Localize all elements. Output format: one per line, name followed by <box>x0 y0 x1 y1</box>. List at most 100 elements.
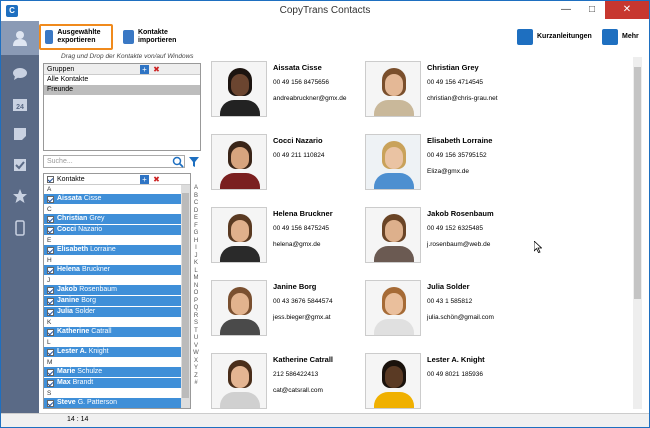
contact-list-row[interactable]: Katherine Catrall <box>44 327 190 337</box>
contact-list-row[interactable]: Julia Solder <box>44 307 190 317</box>
group-item-friends[interactable]: Freunde <box>44 85 200 95</box>
alphabet-letter[interactable]: E <box>194 215 198 223</box>
maximize-button[interactable]: □ <box>579 1 605 19</box>
cards-scrollbar[interactable] <box>633 57 642 409</box>
delete-group-icon[interactable]: ✖ <box>152 65 161 74</box>
alphabet-letter[interactable]: D <box>194 208 198 216</box>
add-contact-icon[interactable]: + <box>140 175 149 184</box>
contact-checkbox[interactable] <box>47 379 54 387</box>
contact-checkbox[interactable] <box>47 215 54 223</box>
contact-cards-grid: Aissata Cisse 00 49 156 8475656 andreabruc… <box>209 57 629 409</box>
alphabet-letter[interactable]: F <box>194 223 198 231</box>
contact-list-row[interactable]: Max Brandt <box>44 378 190 388</box>
contact-list-row[interactable]: Marie Schulze <box>44 367 190 377</box>
filter-icon[interactable] <box>187 155 200 168</box>
alphabet-letter[interactable]: U <box>194 335 198 343</box>
contact-checkbox[interactable] <box>47 328 54 336</box>
contact-name: Elisabeth Lorraine <box>427 136 493 145</box>
cards-scroll-thumb[interactable] <box>634 67 641 299</box>
delete-contact-icon[interactable]: ✖ <box>152 175 161 184</box>
contact-list-row[interactable]: Aissata Cisse <box>44 194 190 204</box>
alphabet-letter[interactable]: O <box>194 290 199 298</box>
contact-card[interactable]: Lester A. Knight 00 49 8021 185936 <box>363 349 573 409</box>
nav-favorites[interactable] <box>1 179 39 213</box>
contact-checkbox[interactable] <box>47 226 54 234</box>
contact-list-row[interactable]: Christian Grey <box>44 214 190 224</box>
contact-last-name: Catrall <box>91 328 112 335</box>
nav-device[interactable] <box>1 211 39 245</box>
contact-last-name: Solder <box>74 308 96 315</box>
nav-calendar[interactable]: 24 <box>1 87 39 121</box>
contact-checkbox[interactable] <box>47 297 54 305</box>
contact-list-row[interactable]: Janine Borg <box>44 296 190 306</box>
alphabet-letter[interactable]: N <box>194 283 198 291</box>
contact-card[interactable]: Jakob Rosenbaum 00 49 152 6325485 j.rosenb… <box>363 203 573 275</box>
contact-checkbox[interactable] <box>47 308 54 316</box>
alphabet-letter[interactable]: W <box>193 350 199 358</box>
alphabet-letter[interactable]: M <box>194 275 199 283</box>
search-input[interactable]: Suche... <box>43 155 185 168</box>
alphabet-letter[interactable]: T <box>194 328 198 336</box>
contact-phone: 00 43 3676 5844574 <box>273 298 333 305</box>
alphabet-letter[interactable]: # <box>194 380 197 388</box>
search-icon[interactable] <box>171 155 184 168</box>
alphabet-letter[interactable]: B <box>194 193 198 201</box>
title-bar[interactable]: C CopyTrans Contacts — □ ✕ <box>1 1 649 21</box>
section-letter: C <box>47 206 52 213</box>
contact-list-row[interactable]: Elisabeth Lorraine <box>44 245 190 255</box>
contact-list-row[interactable]: Jakob Rosenbaum <box>44 285 190 295</box>
alphabet-letter[interactable]: Z <box>194 373 198 381</box>
nav-notes[interactable] <box>1 117 39 151</box>
nav-tasks[interactable] <box>1 148 39 182</box>
contact-list-row[interactable]: Helena Bruckner <box>44 265 190 275</box>
contact-checkbox[interactable] <box>47 368 54 376</box>
alphabet-letter[interactable]: I <box>195 245 197 253</box>
alphabet-letter[interactable]: C <box>194 200 198 208</box>
alphabet-letter[interactable]: Y <box>194 365 198 373</box>
status-bar: 14 : 14 <box>1 413 649 427</box>
select-all-checkbox[interactable] <box>47 175 54 183</box>
scroll-thumb[interactable] <box>182 193 189 398</box>
contact-checkbox[interactable] <box>47 348 54 356</box>
contact-card[interactable]: Julia Solder 00 43 1 585812 julia.schön@gm… <box>363 276 573 348</box>
add-group-icon[interactable]: + <box>140 65 149 74</box>
contact-checkbox[interactable] <box>47 286 54 294</box>
alphabet-letter[interactable]: J <box>195 253 198 261</box>
contact-list-row[interactable]: Cocci Nazario <box>44 225 190 235</box>
contact-last-name: Knight <box>88 348 109 355</box>
contact-list-row[interactable]: Steve G. Patterson <box>44 398 190 408</box>
contact-phone: 00 49 8021 185936 <box>427 371 484 378</box>
more-button[interactable]: Mehr <box>602 24 639 50</box>
contact-email: jess.bieger@gmx.at <box>273 314 331 321</box>
group-item-all[interactable]: Alle Kontakte <box>44 75 200 85</box>
import-contacts-button[interactable]: Kontakte importieren <box>123 24 193 50</box>
alphabet-letter[interactable]: P <box>194 298 198 306</box>
nav-messages[interactable] <box>1 57 39 91</box>
minimize-button[interactable]: — <box>553 1 579 19</box>
contact-list-scrollbar[interactable] <box>181 185 190 408</box>
contact-phone: 00 43 1 585812 <box>427 298 473 305</box>
alphabet-letter[interactable]: Q <box>194 305 199 313</box>
contact-checkbox[interactable] <box>47 266 54 274</box>
phone-icon <box>15 220 25 236</box>
alphabet-letter[interactable]: G <box>194 230 199 238</box>
contact-checkbox[interactable] <box>47 195 54 203</box>
contact-checkbox[interactable] <box>47 399 54 407</box>
close-button[interactable]: ✕ <box>605 1 649 19</box>
nav-contacts[interactable] <box>1 21 39 55</box>
alphabet-letter[interactable]: V <box>194 343 198 351</box>
quickguide-button[interactable]: Kurzanleitungen <box>517 24 592 50</box>
alphabet-letter[interactable]: H <box>194 238 198 246</box>
contact-checkbox[interactable] <box>47 246 54 254</box>
contact-card[interactable]: Elisabeth Lorraine 00 49 156 35795152 Eliz… <box>363 130 573 202</box>
alphabet-letter[interactable]: X <box>194 358 198 366</box>
alphabet-letter[interactable]: S <box>194 320 198 328</box>
alphabet-letter[interactable]: K <box>194 260 198 268</box>
alphabet-letter[interactable]: R <box>194 313 198 321</box>
alphabet-letter[interactable]: A <box>194 185 198 193</box>
alphabet-letter[interactable]: L <box>194 268 197 276</box>
export-selected-button[interactable]: Ausgewählte exportieren <box>39 24 113 50</box>
contact-list-row[interactable]: Lester A. Knight <box>44 347 190 357</box>
contact-name: Jakob Rosenbaum <box>427 209 494 218</box>
contact-card[interactable]: Christian Grey 00 49 156 4714545 christian… <box>363 57 573 129</box>
